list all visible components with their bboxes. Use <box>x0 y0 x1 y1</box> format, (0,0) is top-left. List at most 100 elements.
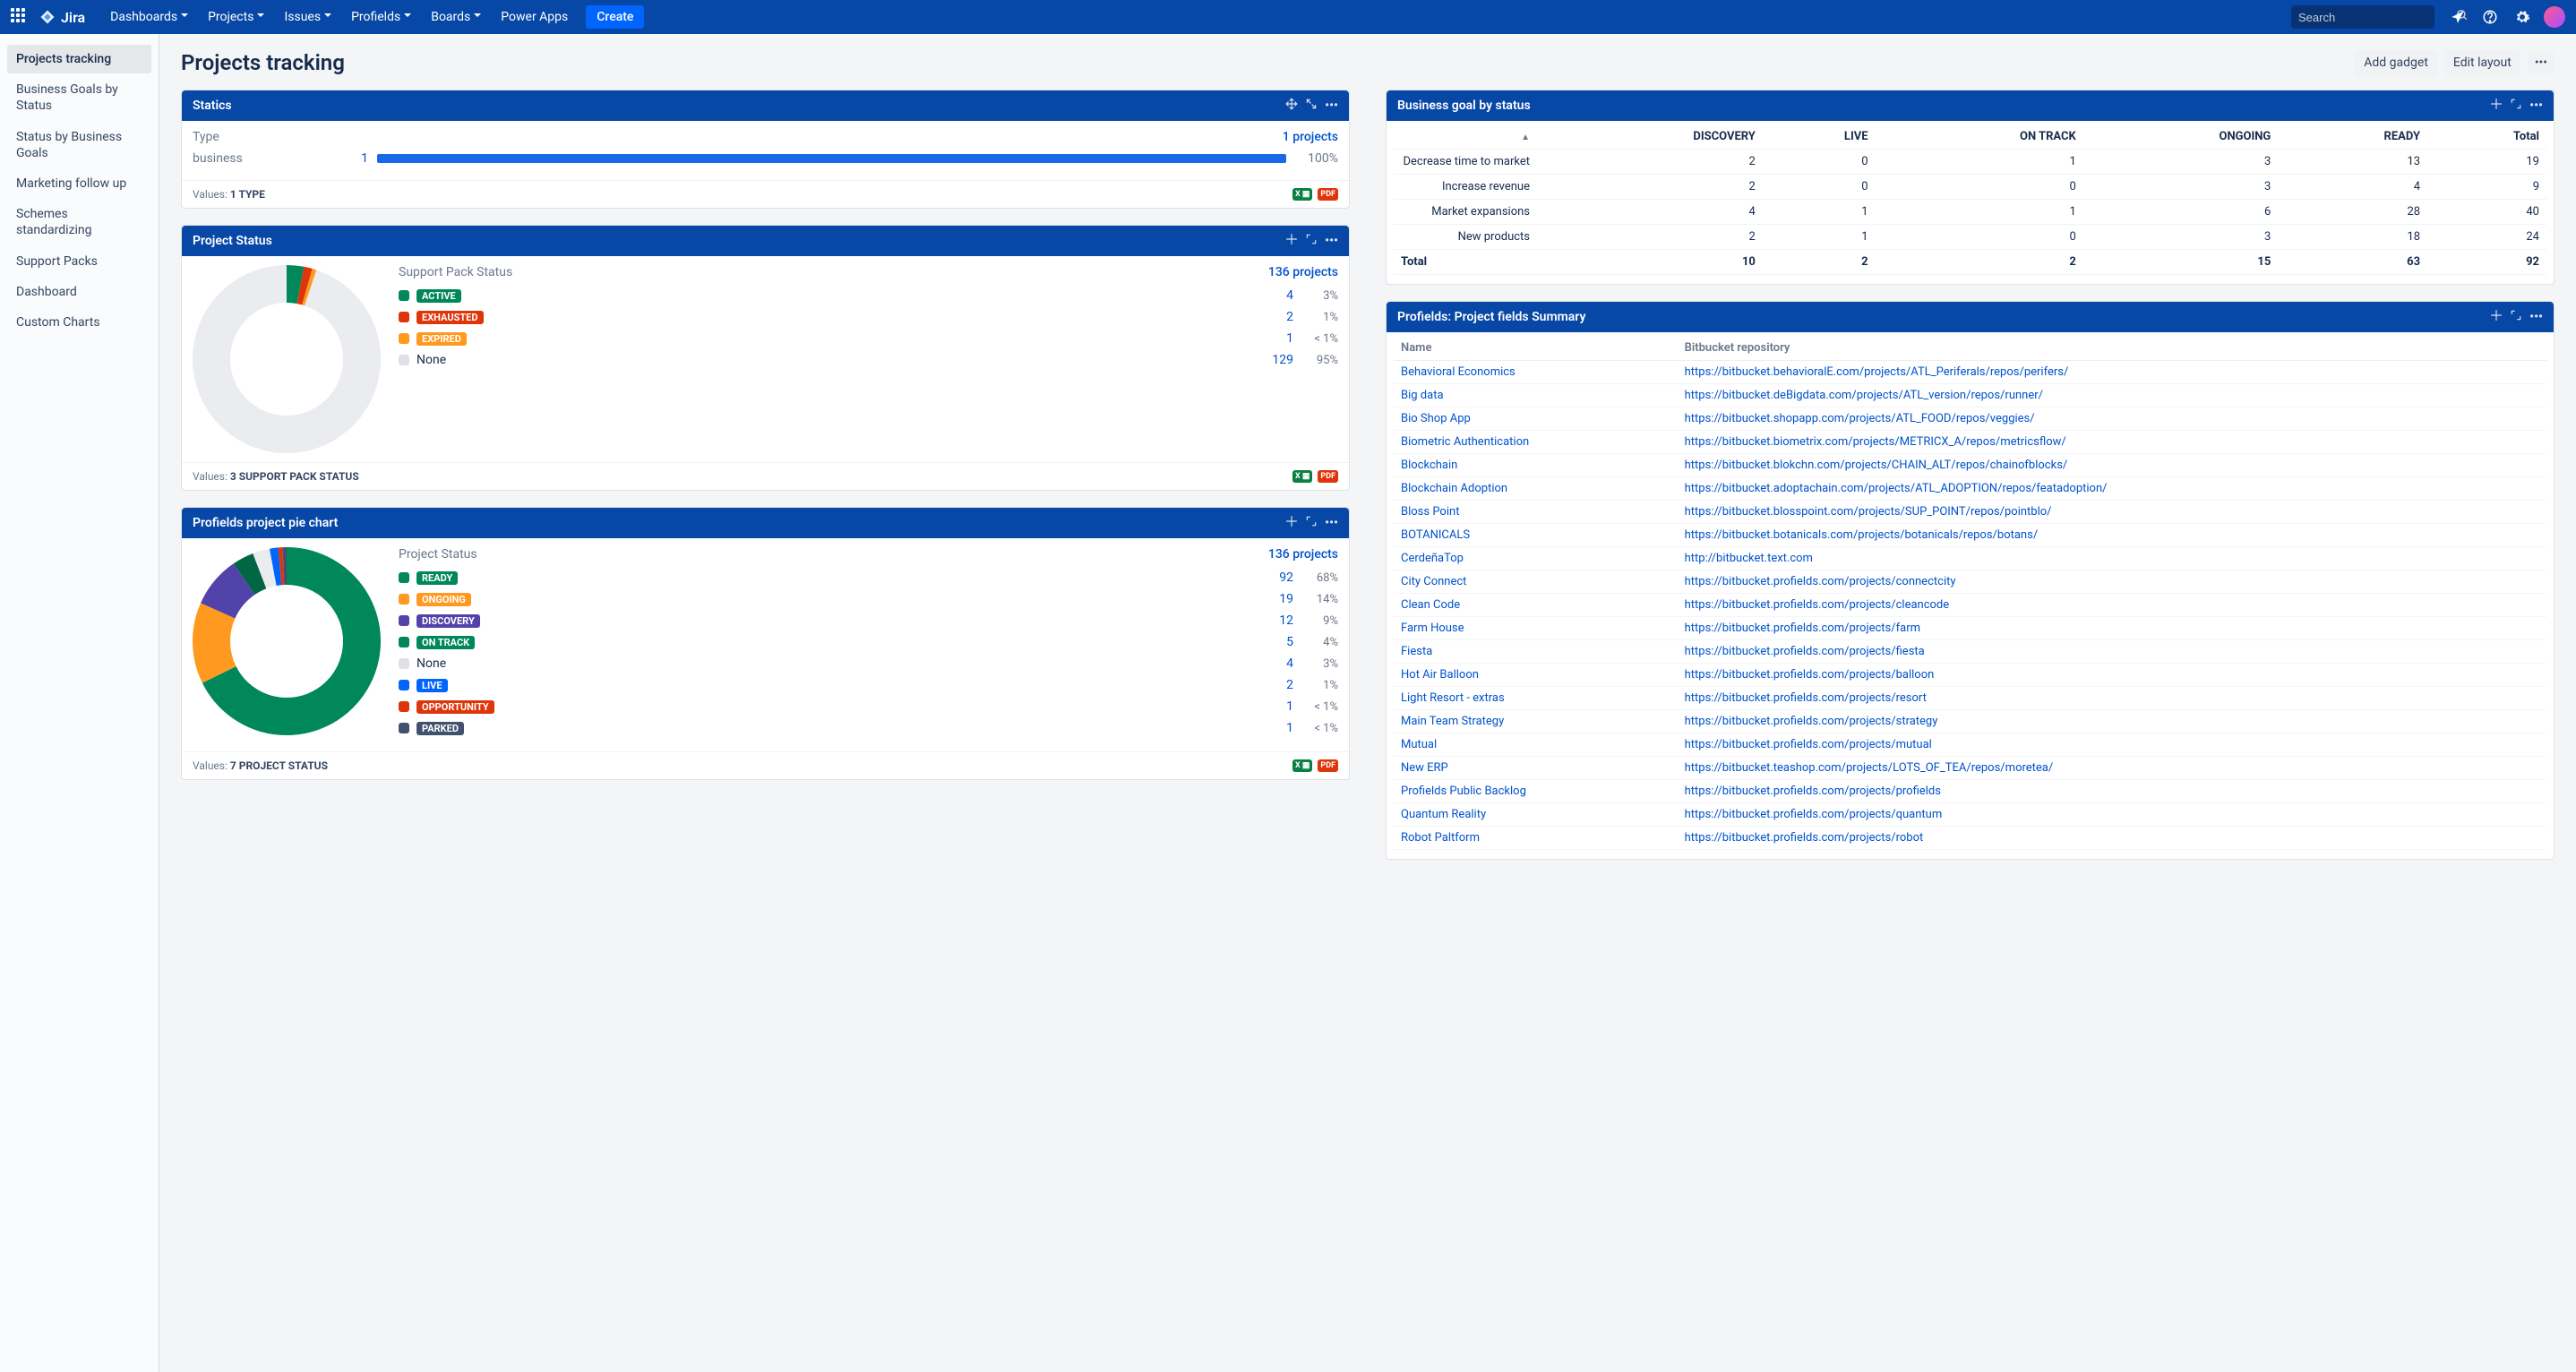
settings-icon[interactable] <box>2512 6 2533 28</box>
col-header[interactable]: LIVE <box>1763 124 1876 150</box>
project-link[interactable]: Clean Code <box>1401 598 1460 612</box>
repo-link[interactable]: https://bitbucket.profields.com/projects… <box>1685 575 1956 588</box>
nav-profields[interactable]: Profields <box>342 4 420 30</box>
project-link[interactable]: City Connect <box>1401 575 1466 588</box>
legend-count[interactable]: 129 <box>1261 353 1293 367</box>
project-link[interactable]: Blockchain Adoption <box>1401 482 1507 495</box>
projects-link[interactable]: 1 projects <box>1283 130 1338 144</box>
export-pdf-icon[interactable]: PDF <box>1318 470 1338 483</box>
project-link[interactable]: Bio Shop App <box>1401 412 1471 425</box>
export-excel-icon[interactable]: X ▦ <box>1292 759 1312 772</box>
sidebar-item-projects-tracking[interactable]: Projects tracking <box>7 45 151 73</box>
move-icon[interactable] <box>2490 98 2503 114</box>
repo-link[interactable]: https://bitbucket.profields.com/projects… <box>1685 598 1950 612</box>
projects-link[interactable]: 136 projects <box>1268 547 1338 562</box>
repo-link[interactable]: https://bitbucket.profields.com/projects… <box>1685 831 1924 845</box>
project-link[interactable]: Profields Public Backlog <box>1401 785 1526 798</box>
expand-icon[interactable] <box>1305 233 1318 249</box>
legend-count[interactable]: 4 <box>1261 288 1293 303</box>
project-link[interactable]: Light Resort - extras <box>1401 691 1505 705</box>
legend-count[interactable]: 5 <box>1261 635 1293 649</box>
legend-count[interactable]: 12 <box>1261 613 1293 628</box>
more-icon[interactable]: ••• <box>1325 99 1338 113</box>
more-icon[interactable]: ••• <box>1325 516 1338 530</box>
project-link[interactable]: Bloss Point <box>1401 505 1459 519</box>
sidebar-item-marketing[interactable]: Marketing follow up <box>7 169 151 198</box>
sidebar-item-status-business[interactable]: Status by Business Goals <box>7 123 151 167</box>
repo-link[interactable]: https://bitbucket.blokchn.com/projects/C… <box>1685 459 2068 472</box>
sidebar-item-dashboard[interactable]: Dashboard <box>7 278 151 306</box>
more-actions-button[interactable]: ••• <box>2528 52 2555 73</box>
more-icon[interactable]: ••• <box>2529 310 2543 324</box>
expand-icon[interactable] <box>2510 98 2522 114</box>
search-box[interactable] <box>2291 5 2434 29</box>
repo-link[interactable]: https://bitbucket.deBigdata.com/projects… <box>1685 389 2043 402</box>
repo-link[interactable]: https://bitbucket.profields.com/projects… <box>1685 645 1925 658</box>
repo-link[interactable]: https://bitbucket.profields.com/projects… <box>1685 738 1932 751</box>
nav-dashboards[interactable]: Dashboards <box>101 4 197 30</box>
nav-power-apps[interactable]: Power Apps <box>492 4 577 30</box>
expand-icon[interactable] <box>2510 309 2522 325</box>
more-icon[interactable]: ••• <box>2529 99 2543 113</box>
col-header[interactable]: Bitbucket repository <box>1678 336 2546 361</box>
repo-link[interactable]: https://bitbucket.botanicals.com/project… <box>1685 528 2039 542</box>
repo-link[interactable]: https://bitbucket.adoptachain.com/projec… <box>1685 482 2108 495</box>
export-excel-icon[interactable]: X ▦ <box>1292 188 1312 201</box>
more-icon[interactable]: ••• <box>1325 234 1338 248</box>
repo-link[interactable]: https://bitbucket.biometrix.com/projects… <box>1685 435 2066 449</box>
expand-icon[interactable] <box>1305 98 1318 114</box>
help-icon[interactable] <box>2479 6 2501 28</box>
export-pdf-icon[interactable]: PDF <box>1318 759 1338 772</box>
add-gadget-button[interactable]: Add gadget <box>2355 50 2437 75</box>
project-link[interactable]: Blockchain <box>1401 459 1457 472</box>
project-link[interactable]: Big data <box>1401 389 1444 402</box>
legend-count[interactable]: 1 <box>1261 721 1293 735</box>
repo-link[interactable]: https://bitbucket.profields.com/projects… <box>1685 808 1943 821</box>
move-icon[interactable] <box>2490 309 2503 325</box>
sidebar-item-business-goals[interactable]: Business Goals by Status <box>7 75 151 120</box>
jira-logo[interactable]: Jira <box>39 9 85 26</box>
sidebar-item-support-packs[interactable]: Support Packs <box>7 247 151 276</box>
sidebar-item-schemes[interactable]: Schemes standardizing <box>7 200 151 244</box>
move-icon[interactable] <box>1285 233 1298 249</box>
project-link[interactable]: Behavioral Economics <box>1401 365 1516 379</box>
col-header[interactable]: Total <box>2427 124 2546 150</box>
repo-link[interactable]: http://bitbucket.text.com <box>1685 552 1813 565</box>
legend-count[interactable]: 92 <box>1261 570 1293 585</box>
move-icon[interactable] <box>1285 98 1298 114</box>
project-link[interactable]: CerdeñaTop <box>1401 552 1464 565</box>
repo-link[interactable]: https://bitbucket.profields.com/projects… <box>1685 785 1941 798</box>
notifications-icon[interactable] <box>2447 6 2469 28</box>
legend-count[interactable]: 1 <box>1261 331 1293 346</box>
project-link[interactable]: New ERP <box>1401 761 1448 775</box>
repo-link[interactable]: https://bitbucket.profields.com/projects… <box>1685 715 1938 728</box>
repo-link[interactable]: https://bitbucket.shopapp.com/projects/A… <box>1685 412 2035 425</box>
project-link[interactable]: Fiesta <box>1401 645 1432 658</box>
project-link[interactable]: Hot Air Balloon <box>1401 668 1479 682</box>
sidebar-item-custom-charts[interactable]: Custom Charts <box>7 308 151 337</box>
repo-link[interactable]: https://bitbucket.profields.com/projects… <box>1685 622 1920 635</box>
col-header[interactable]: DISCOVERY <box>1537 124 1763 150</box>
apps-switcher-icon[interactable] <box>11 8 29 26</box>
nav-issues[interactable]: Issues <box>275 4 340 30</box>
repo-link[interactable]: https://bitbucket.profields.com/projects… <box>1685 691 1927 705</box>
user-avatar[interactable] <box>2544 6 2565 28</box>
legend-count[interactable]: 4 <box>1261 656 1293 671</box>
sort-icon[interactable]: ▲ <box>1521 133 1530 142</box>
col-header[interactable]: ON TRACK <box>1876 124 2083 150</box>
search-input[interactable] <box>2298 11 2456 24</box>
project-link[interactable]: Biometric Authentication <box>1401 435 1529 449</box>
create-button[interactable]: Create <box>586 5 644 29</box>
legend-count[interactable]: 1 <box>1261 699 1293 714</box>
export-excel-icon[interactable]: X ▦ <box>1292 470 1312 483</box>
project-link[interactable]: Mutual <box>1401 738 1437 751</box>
edit-layout-button[interactable]: Edit layout <box>2444 50 2520 75</box>
project-link[interactable]: Robot Paltform <box>1401 831 1480 845</box>
expand-icon[interactable] <box>1305 515 1318 531</box>
row-count[interactable]: 1 <box>354 151 368 166</box>
move-icon[interactable] <box>1285 515 1298 531</box>
nav-projects[interactable]: Projects <box>199 4 273 30</box>
project-link[interactable]: BOTANICALS <box>1401 528 1470 542</box>
export-pdf-icon[interactable]: PDF <box>1318 188 1338 201</box>
col-header[interactable]: Name <box>1394 336 1678 361</box>
